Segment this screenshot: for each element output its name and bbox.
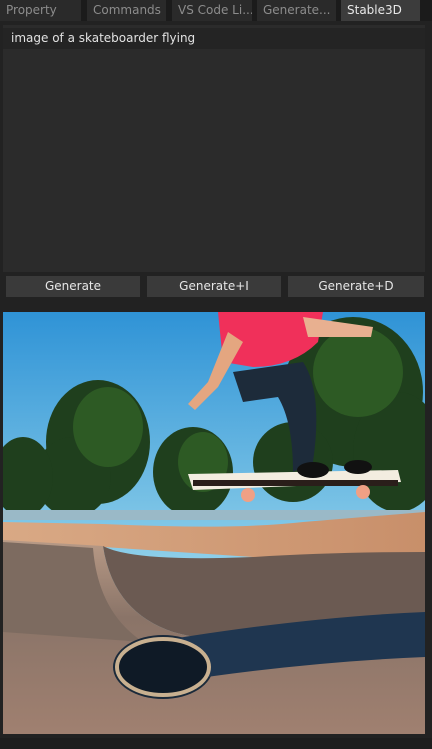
- tab-stable3d[interactable]: Stable3D: [341, 0, 420, 21]
- generate-image-button[interactable]: Generate+I: [147, 276, 281, 297]
- tab-generate[interactable]: Generate...: [257, 0, 336, 21]
- generate-depth-button[interactable]: Generate+D: [288, 276, 424, 297]
- prompt-input[interactable]: image of a skateboarder flying: [3, 28, 425, 49]
- tab-vscode-link[interactable]: VS Code Li...: [172, 0, 252, 21]
- skateboarder-image: [3, 312, 425, 734]
- tab-commands[interactable]: Commands: [87, 0, 166, 21]
- bottom-bar: [0, 738, 432, 749]
- tab-property[interactable]: Property: [0, 0, 81, 21]
- prompt-panel[interactable]: [3, 25, 425, 272]
- tab-bar: Property Commands VS Code Li... Generate…: [0, 0, 432, 21]
- generate-button[interactable]: Generate: [6, 276, 140, 297]
- generated-image: [3, 312, 425, 734]
